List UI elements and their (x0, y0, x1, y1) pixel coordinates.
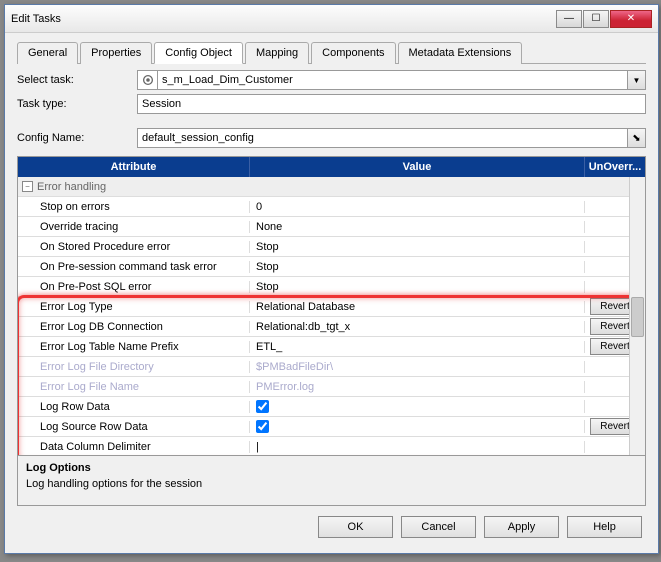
header-value[interactable]: Value (250, 157, 585, 177)
attribute-grid: Attribute Value UnOverr... − Error handl… (17, 156, 646, 456)
select-task-label: Select task: (17, 74, 137, 86)
tab-mapping[interactable]: Mapping (245, 42, 309, 64)
grid-row[interactable]: Data Column Delimiter| (18, 437, 645, 455)
cell-value[interactable]: 0 (250, 201, 585, 213)
grid-row[interactable]: On Pre-Post SQL errorStop (18, 277, 645, 297)
task-type-input[interactable] (137, 94, 646, 114)
config-name-input[interactable] (137, 128, 628, 148)
tab-properties[interactable]: Properties (80, 42, 152, 64)
cell-attr: Data Column Delimiter (18, 441, 250, 453)
grid-row[interactable]: Stop on errors0 (18, 197, 645, 217)
grid-row[interactable]: Error Log Table Name PrefixETL_Revert (18, 337, 645, 357)
grid-row[interactable]: Error Log DB ConnectionRelational:db_tgt… (18, 317, 645, 337)
value-checkbox[interactable] (256, 420, 269, 433)
edit-tasks-window: Edit Tasks — ☐ ✕ GeneralPropertiesConfig… (4, 4, 659, 554)
cell-value[interactable]: PMError.log (250, 381, 585, 393)
tab-metadata-extensions[interactable]: Metadata Extensions (398, 42, 523, 64)
cell-value[interactable]: ETL_ (250, 341, 585, 353)
window-controls: — ☐ ✕ (556, 10, 652, 28)
cell-attr: On Pre-session command task error (18, 261, 250, 273)
cell-value[interactable]: Stop (250, 241, 585, 253)
close-button[interactable]: ✕ (610, 10, 652, 28)
help-button[interactable]: Help (567, 516, 642, 538)
cell-value[interactable]: Relational Database (250, 301, 585, 313)
cell-attr: Stop on errors (18, 201, 250, 213)
tab-config-object[interactable]: Config Object (154, 42, 243, 64)
cell-value[interactable]: Stop (250, 261, 585, 273)
value-checkbox[interactable] (256, 400, 269, 413)
header-unoverride[interactable]: UnOverr... (585, 157, 645, 177)
vertical-scrollbar[interactable] (629, 177, 645, 455)
grid-body: − Error handling Stop on errors0Override… (18, 177, 645, 455)
cell-attr: Error Log DB Connection (18, 321, 250, 333)
cell-attr: Error Log File Directory (18, 361, 250, 373)
cell-value[interactable]: Relational:db_tgt_x (250, 321, 585, 333)
config-name-browse[interactable]: ⬊ (628, 128, 646, 148)
cell-attr: Error Log Table Name Prefix (18, 341, 250, 353)
scrollbar-thumb[interactable] (631, 297, 644, 337)
cell-value[interactable]: Stop (250, 281, 585, 293)
cell-attr: On Stored Procedure error (18, 241, 250, 253)
cell-attr: Log Source Row Data (18, 421, 250, 433)
dialog-buttons: OK Cancel Apply Help (17, 516, 646, 538)
gear-icon (141, 73, 155, 87)
cell-value[interactable] (250, 400, 585, 413)
description-title: Log Options (26, 462, 637, 474)
window-title: Edit Tasks (11, 13, 61, 25)
grid-row[interactable]: On Stored Procedure errorStop (18, 237, 645, 257)
tab-components[interactable]: Components (311, 42, 395, 64)
cell-attr: Override tracing (18, 221, 250, 233)
group-label: Error handling (37, 181, 106, 193)
collapse-icon[interactable]: − (22, 181, 33, 192)
grid-row[interactable]: Error Log File Directory$PMBadFileDir\ (18, 357, 645, 377)
tab-strip: GeneralPropertiesConfig ObjectMappingCom… (17, 41, 646, 64)
cancel-button[interactable]: Cancel (401, 516, 476, 538)
grid-row[interactable]: Log Row Data (18, 397, 645, 417)
grid-row[interactable]: On Pre-session command task errorStop (18, 257, 645, 277)
description-text: Log handling options for the session (26, 478, 637, 490)
task-type-label: Task type: (17, 98, 137, 110)
group-error-handling[interactable]: − Error handling (18, 177, 645, 197)
task-icon (137, 70, 157, 90)
config-name-label: Config Name: (17, 132, 137, 144)
maximize-button[interactable]: ☐ (583, 10, 609, 28)
chevron-down-icon: ▼ (633, 76, 641, 85)
dialog-content: GeneralPropertiesConfig ObjectMappingCom… (5, 33, 658, 546)
titlebar[interactable]: Edit Tasks — ☐ ✕ (5, 5, 658, 33)
ok-button[interactable]: OK (318, 516, 393, 538)
cell-attr: On Pre-Post SQL error (18, 281, 250, 293)
cell-attr: Error Log File Name (18, 381, 250, 393)
header-attribute[interactable]: Attribute (18, 157, 250, 177)
select-task-input[interactable] (157, 70, 628, 90)
cell-value[interactable] (250, 420, 585, 433)
cell-value[interactable]: None (250, 221, 585, 233)
arrow-icon: ⬊ (632, 133, 640, 144)
minimize-button[interactable]: — (556, 10, 582, 28)
tab-general[interactable]: General (17, 42, 78, 64)
grid-row[interactable]: Override tracingNone (18, 217, 645, 237)
grid-row[interactable]: Error Log File NamePMError.log (18, 377, 645, 397)
grid-row[interactable]: Error Log TypeRelational DatabaseRevert (18, 297, 645, 317)
grid-row[interactable]: Log Source Row DataRevert (18, 417, 645, 437)
cell-value[interactable]: $PMBadFileDir\ (250, 361, 585, 373)
select-task-dropdown[interactable]: ▼ (628, 70, 646, 90)
description-pane: Log Options Log handling options for the… (17, 456, 646, 506)
cell-attr: Log Row Data (18, 401, 250, 413)
cell-attr: Error Log Type (18, 301, 250, 313)
cell-value[interactable]: | (250, 441, 585, 453)
grid-header: Attribute Value UnOverr... (18, 157, 645, 177)
apply-button[interactable]: Apply (484, 516, 559, 538)
